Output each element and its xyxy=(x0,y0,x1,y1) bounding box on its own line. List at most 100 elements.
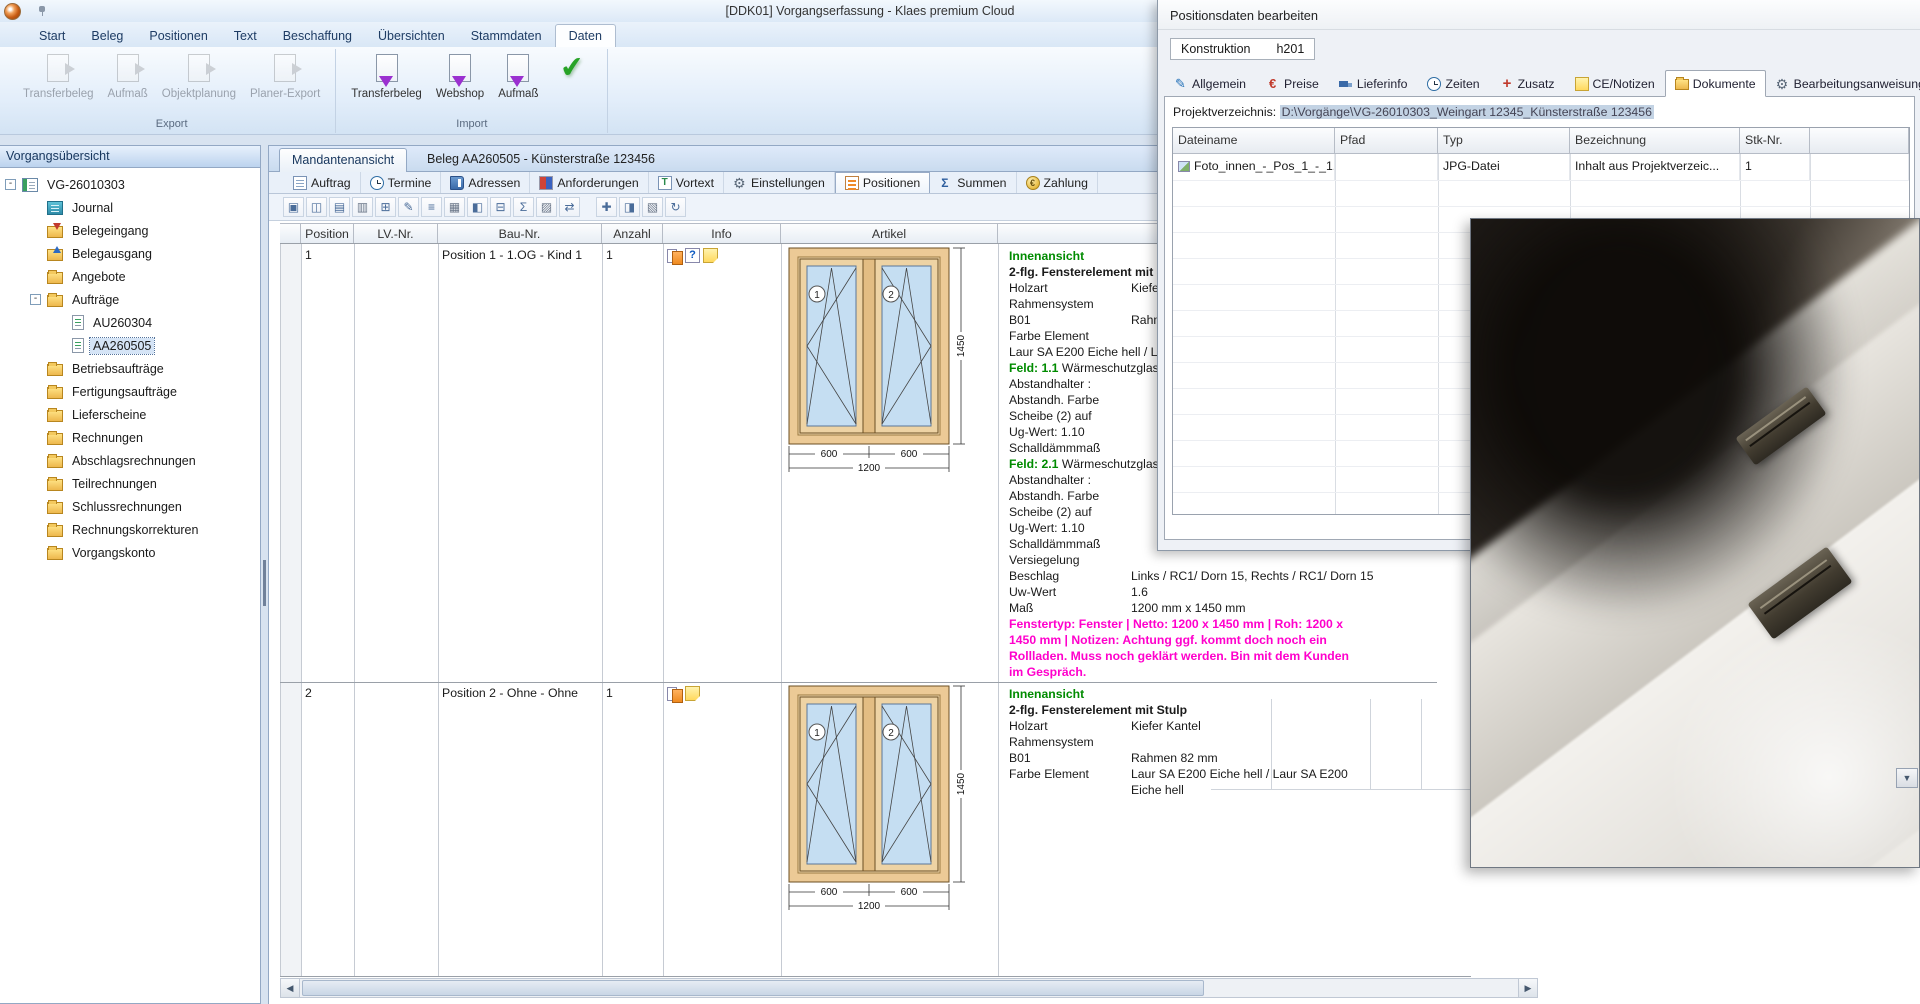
tab-label: Vortext xyxy=(676,176,714,190)
toolbar-hatch-icon[interactable]: ▧ xyxy=(642,197,663,217)
dialog-tab-ce-notizen[interactable]: CE/Notizen xyxy=(1565,70,1665,97)
tree-item-abschlagsrechnungen[interactable]: Abschlagsrechnungen xyxy=(0,449,260,472)
expander-icon[interactable]: - xyxy=(30,294,41,305)
menu-tab-text[interactable]: Text xyxy=(221,25,270,47)
tab-summen[interactable]: Summen xyxy=(930,172,1016,193)
tab-einstellungen[interactable]: Einstellungen xyxy=(724,172,835,193)
toolbar-add-icon[interactable]: ⊞ xyxy=(375,197,396,217)
tree-item-teilrechnungen[interactable]: Teilrechnungen xyxy=(0,472,260,495)
menu-tab-start[interactable]: Start xyxy=(26,25,78,47)
ribbon-button-objektplanung[interactable]: Objektplanung xyxy=(155,49,243,116)
konstruktion-field[interactable]: Konstruktion h201 xyxy=(1170,38,1315,60)
ribbon-button-transferbeleg[interactable]: Transferbeleg xyxy=(344,49,429,116)
toolbar-sum-icon[interactable]: Σ xyxy=(513,197,534,217)
doc-pair-icon[interactable] xyxy=(667,686,682,701)
toolbar-rows-icon[interactable]: ▤ xyxy=(329,197,350,217)
tab-anforderungen[interactable]: Anforderungen xyxy=(530,172,648,193)
tree-item-aa260505[interactable]: AA260505 xyxy=(0,334,260,357)
tab-vortext[interactable]: Vortext xyxy=(649,172,724,193)
tree-item-aufträge[interactable]: -Aufträge xyxy=(0,288,260,311)
dialog-tab-dokumente[interactable]: Dokumente xyxy=(1665,70,1766,97)
menu-tab-beleg[interactable]: Beleg xyxy=(78,25,136,47)
file-column-header-pfad[interactable]: Pfad xyxy=(1335,128,1438,154)
tab-zahlung[interactable]: Zahlung xyxy=(1017,172,1098,193)
tab-positionen[interactable]: Positionen xyxy=(835,172,930,193)
doc-pair-icon[interactable] xyxy=(667,248,682,263)
dialog-tab-zusatz[interactable]: Zusatz xyxy=(1490,70,1565,97)
scrollbar-thumb[interactable] xyxy=(302,980,1204,996)
dialog-tab-zeiten[interactable]: Zeiten xyxy=(1417,70,1489,97)
scroll-right-icon[interactable] xyxy=(1518,979,1537,997)
toolbar-split-view-icon[interactable]: ◫ xyxy=(306,197,327,217)
tab-auftrag[interactable]: Auftrag xyxy=(284,172,361,193)
tab-adressen[interactable]: Adressen xyxy=(441,172,530,193)
tree-item-au260304[interactable]: AU260304 xyxy=(0,311,260,334)
tree-item-schlussrechnungen[interactable]: Schlussrechnungen xyxy=(0,495,260,518)
tree-item-rechnungskorrekturen[interactable]: Rechnungskorrekturen xyxy=(0,518,260,541)
splitter[interactable] xyxy=(261,145,268,1004)
toolbar-list-icon[interactable]: ≡ xyxy=(421,197,442,217)
toolbar-panel-right-icon[interactable]: ◨ xyxy=(619,197,640,217)
toolbar-swap-icon[interactable]: ⇄ xyxy=(559,197,580,217)
dialog-tab-preise[interactable]: Preise xyxy=(1256,70,1329,97)
file-column-header-bezeichnung[interactable]: Bezeichnung xyxy=(1570,128,1740,154)
file-column-header-stk-nr-[interactable]: Stk-Nr. xyxy=(1740,128,1810,154)
expander-icon[interactable]: - xyxy=(5,179,16,190)
toolbar-collapse-icon[interactable]: ⊟ xyxy=(490,197,511,217)
scroll-down-icon[interactable] xyxy=(1896,768,1918,788)
dialog-tab-lieferinfo[interactable]: Lieferinfo xyxy=(1329,70,1418,97)
toolbar-grid-icon[interactable]: ▦ xyxy=(444,197,465,217)
menu-tab-stammdaten[interactable]: Stammdaten xyxy=(458,25,555,47)
scroll-left-icon[interactable] xyxy=(281,979,300,997)
menu-tab-positionen[interactable]: Positionen xyxy=(136,25,220,47)
column-header-blank[interactable] xyxy=(280,223,301,243)
ribbon-button-webshop[interactable]: Webshop xyxy=(429,49,491,116)
tree-item-lieferscheine[interactable]: Lieferscheine xyxy=(0,403,260,426)
ribbon-button-aufmaß[interactable]: Aufmaß xyxy=(101,49,155,116)
ribbon-button-planer-export[interactable]: Planer-Export xyxy=(243,49,327,116)
note-icon[interactable] xyxy=(685,686,700,701)
splitter-grip-icon[interactable] xyxy=(263,560,266,606)
tree-item-betriebsaufträge[interactable]: Betriebsaufträge xyxy=(0,357,260,380)
column-header-anzahl[interactable]: Anzahl xyxy=(602,223,663,243)
tab-termine[interactable]: Termine xyxy=(361,172,442,193)
file-column-header-typ[interactable]: Typ xyxy=(1438,128,1570,154)
menu-tab-daten[interactable]: Daten xyxy=(555,24,616,47)
note-icon[interactable] xyxy=(703,248,718,263)
file-column-header-blank[interactable] xyxy=(1810,128,1909,154)
toolbar-add-row-icon[interactable]: ✚ xyxy=(596,197,617,217)
toolbar-panel-left-icon[interactable]: ◧ xyxy=(467,197,488,217)
horizontal-scrollbar[interactable] xyxy=(280,978,1538,998)
ribbon-button-transferbeleg[interactable]: Transferbeleg xyxy=(16,49,101,116)
column-header-info[interactable]: Info xyxy=(663,223,781,243)
toolbar-edit-icon[interactable]: ✎ xyxy=(398,197,419,217)
photo-preview-window[interactable] xyxy=(1470,218,1920,868)
column-header-artikel[interactable]: Artikel xyxy=(781,223,998,243)
column-header-lv-nr-[interactable]: LV.-Nr. xyxy=(354,223,438,243)
column-header-position[interactable]: Position xyxy=(301,223,354,243)
menu-tab-übersichten[interactable]: Übersichten xyxy=(365,25,458,47)
tree-item-belegeingang[interactable]: Belegeingang xyxy=(0,219,260,242)
file-column-header-dateiname[interactable]: Dateiname xyxy=(1173,128,1335,154)
tree-item-rechnungen[interactable]: Rechnungen xyxy=(0,426,260,449)
tree-item-angebote[interactable]: Angebote xyxy=(0,265,260,288)
ribbon-button-aufmaß[interactable]: Aufmaß xyxy=(491,49,545,116)
dialog-tab-bearbeitungsanweisungen[interactable]: Bearbeitungsanweisungen xyxy=(1766,70,1920,97)
menu-tab-beschaffung[interactable]: Beschaffung xyxy=(270,25,365,47)
toolbar-select-icon[interactable]: ▣ xyxy=(283,197,304,217)
folder-icon xyxy=(47,410,63,422)
toolbar-pattern-icon[interactable]: ▨ xyxy=(536,197,557,217)
toolbar-refresh-icon[interactable]: ↻ xyxy=(665,197,686,217)
tree-item-belegausgang[interactable]: Belegausgang xyxy=(0,242,260,265)
column-header-bau-nr-[interactable]: Bau-Nr. xyxy=(438,223,602,243)
help-icon[interactable] xyxy=(685,248,700,263)
tree-item-journal[interactable]: Journal xyxy=(0,196,260,219)
tree-item-vg-26010303[interactable]: -VG-26010303 xyxy=(0,173,260,196)
tab-mandantenansicht[interactable]: Mandantenansicht xyxy=(279,148,407,173)
tree-item-fertigungsaufträge[interactable]: Fertigungsaufträge xyxy=(0,380,260,403)
toolbar-columns-icon[interactable]: ▥ xyxy=(352,197,373,217)
tree-item-vorgangskonto[interactable]: Vorgangskonto xyxy=(0,541,260,564)
dialog-tab-allgemein[interactable]: Allgemein xyxy=(1164,70,1256,97)
ribbon-button-check[interactable] xyxy=(545,49,599,116)
file-cell-dateiname[interactable]: Foto_innen_-_Pos_1_-_1.OG... xyxy=(1173,154,1335,180)
